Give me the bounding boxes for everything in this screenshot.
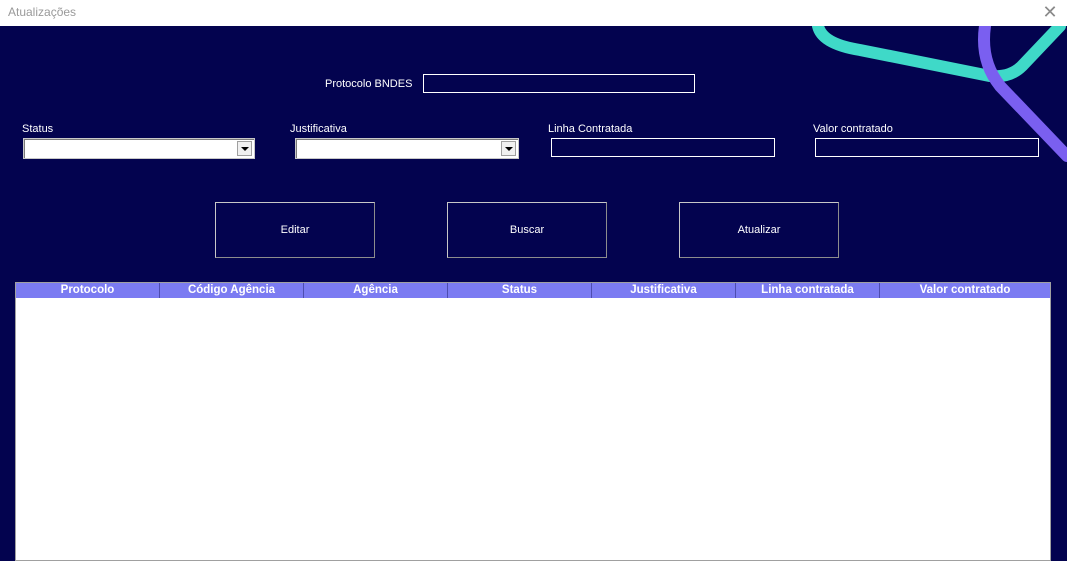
chevron-down-icon[interactable] (237, 141, 252, 156)
valor-label: Valor contratado (813, 123, 893, 135)
chevron-down-icon[interactable] (501, 141, 516, 156)
column-header-status[interactable]: Status (448, 283, 592, 298)
justificativa-select[interactable] (295, 138, 519, 159)
protocolo-label: Protocolo BNDES (325, 78, 413, 90)
protocolo-input[interactable] (423, 74, 695, 93)
column-header-agencia[interactable]: Agência (304, 283, 448, 298)
valor-input[interactable] (815, 138, 1039, 157)
results-table[interactable]: Protocolo Código Agência Agência Status … (15, 282, 1051, 561)
linha-label: Linha Contratada (548, 123, 633, 135)
title-bar: Atualizações ✕ (0, 0, 1067, 26)
linha-input[interactable] (551, 138, 775, 157)
column-header-protocolo[interactable]: Protocolo (16, 283, 160, 298)
form-panel: Protocolo BNDES Status Justificativa Lin… (0, 26, 1067, 561)
column-header-justificativa[interactable]: Justificativa (592, 283, 736, 298)
column-header-valor-contratado[interactable]: Valor contratado (880, 283, 1050, 298)
close-icon[interactable]: ✕ (1039, 1, 1061, 23)
status-select[interactable] (23, 138, 255, 159)
status-label: Status (22, 123, 54, 135)
buscar-button[interactable]: Buscar (447, 202, 607, 258)
table-body[interactable] (16, 298, 1050, 560)
column-header-linha-contratada[interactable]: Linha contratada (736, 283, 880, 298)
justificativa-label: Justificativa (290, 123, 347, 135)
table-header: Protocolo Código Agência Agência Status … (16, 283, 1050, 298)
editar-button[interactable]: Editar (215, 202, 375, 258)
atualizar-button[interactable]: Atualizar (679, 202, 839, 258)
window-title: Atualizações (8, 5, 77, 19)
column-header-codigo-agencia[interactable]: Código Agência (160, 283, 304, 298)
